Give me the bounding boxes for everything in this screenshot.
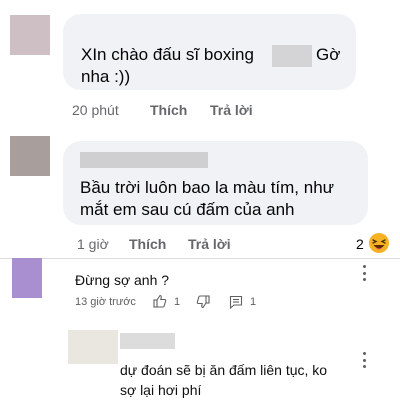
more-options-icon[interactable] (361, 352, 367, 368)
comment-text: Đừng sợ anh ? (75, 272, 170, 288)
comment-text: Gờ (316, 45, 341, 64)
comment-text: Bầu trời luôn bao la màu tím, như (80, 178, 335, 197)
reply-button[interactable]: Trả lời (188, 236, 231, 252)
comment-text: XIn chào đấu sĩ boxing (81, 45, 254, 64)
comment-time[interactable]: 1 giờ (77, 236, 109, 252)
comment-text: mắt em sau cú đấm của anh (80, 200, 295, 219)
comment-text: dự đoán sẽ bị ăn đấm liên tục, ko (120, 362, 328, 378)
comment-time: 13 giờ trước (75, 296, 136, 308)
like-count: 1 (174, 296, 181, 308)
divider (0, 258, 400, 259)
avatar[interactable] (10, 136, 50, 176)
redacted-name (272, 45, 312, 67)
more-options-icon[interactable] (361, 265, 367, 281)
avatar[interactable] (68, 330, 118, 364)
comment-text: nha :)) (81, 67, 131, 86)
reply-count: 1 (250, 296, 257, 308)
comment-text: sợ lại hơi phí (120, 382, 202, 398)
redacted-name (80, 152, 208, 168)
laughing-emoji-icon[interactable] (368, 232, 390, 254)
redacted-name (120, 333, 175, 349)
reply-icon[interactable] (229, 295, 243, 310)
comment-time[interactable]: 20 phút (72, 102, 119, 118)
reply-button[interactable]: Trả lời (210, 102, 253, 118)
avatar[interactable] (10, 15, 50, 55)
thumbs-up-icon[interactable] (153, 294, 167, 308)
thumbs-down-icon[interactable] (196, 295, 210, 309)
avatar[interactable] (12, 258, 42, 298)
like-button[interactable]: Thích (150, 102, 187, 118)
like-button[interactable]: Thích (129, 236, 166, 252)
reaction-count[interactable]: 2 (356, 236, 364, 252)
